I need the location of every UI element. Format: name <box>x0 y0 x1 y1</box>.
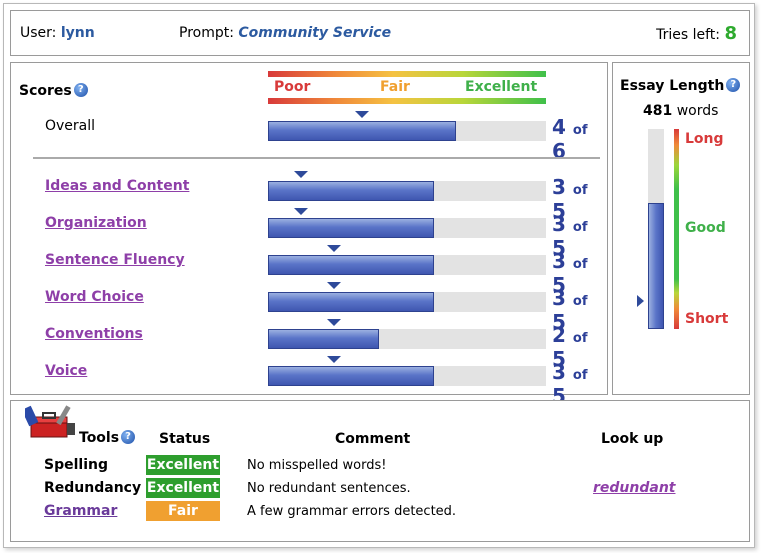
prompt-label: Prompt: <box>179 25 234 41</box>
length-marker <box>637 295 644 307</box>
scores-divider <box>33 157 600 159</box>
word-count-unit: words <box>676 103 719 119</box>
status-badge: Excellent <box>146 478 220 498</box>
trait-bar <box>268 366 546 386</box>
trait-marker <box>327 282 342 289</box>
trait-bar-fill <box>268 329 379 349</box>
essay-length-help-icon[interactable]: ? <box>726 78 741 92</box>
scale-gradient-bottom <box>268 98 546 104</box>
tools-panel: Tools? Status Comment Look up Spelling Ex… <box>10 400 750 542</box>
prompt-info: Prompt: Community Service <box>179 25 391 41</box>
trait-marker <box>327 319 342 326</box>
overall-label: Overall <box>45 118 96 134</box>
overall-score: 4 of 6 <box>552 115 607 163</box>
prompt-title: Community Service <box>238 25 392 41</box>
length-good-label: Good <box>685 220 726 236</box>
trait-score-value: 3 <box>552 360 566 384</box>
word-count-value: 481 <box>643 103 673 119</box>
word-count: 481 words <box>643 103 718 119</box>
trait-bar-fill <box>268 218 434 238</box>
tool-comment: No misspelled words! <box>247 458 387 473</box>
trait-score-of: of <box>572 331 588 346</box>
tools-help-icon[interactable]: ? <box>121 430 136 444</box>
trait-bar <box>268 218 546 238</box>
trait-link[interactable]: Voice <box>45 363 87 379</box>
trait-marker <box>294 208 309 215</box>
tools-heading: Tools? <box>79 430 136 446</box>
trait-score-value: 3 <box>552 212 566 236</box>
status-badge: Fair <box>146 501 220 521</box>
scores-title: Scores <box>19 83 72 99</box>
tries-count: 8 <box>724 23 737 44</box>
length-scale <box>674 129 679 329</box>
trait-bar <box>268 181 546 201</box>
user-name: lynn <box>60 25 95 41</box>
trait-bar-fill <box>268 255 434 275</box>
trait-score-of: of <box>572 257 588 272</box>
trait-bar <box>268 255 546 275</box>
trait-score-of: of <box>572 220 588 235</box>
trait-bar-fill <box>268 181 434 201</box>
trait-score-of: of <box>572 368 588 383</box>
tool-name: Redundancy <box>44 480 142 496</box>
trait-score-of: of <box>572 183 588 198</box>
trait-link[interactable]: Organization <box>45 215 147 231</box>
trait-link[interactable]: Conventions <box>45 326 143 342</box>
tool-name: Spelling <box>44 457 108 473</box>
overall-marker <box>355 111 369 118</box>
scale-gradient-top <box>268 71 546 77</box>
tool-name[interactable]: Grammar <box>44 503 117 519</box>
essay-length-panel: Essay Length? 481 words Long Good Short <box>612 62 750 395</box>
essay-length-title: Essay Length <box>620 78 725 94</box>
scores-panel: Scores? Poor Fair Excellent Overall 4 of… <box>10 62 608 408</box>
overall-score-max: 6 <box>552 139 566 163</box>
status-badge: Excellent <box>146 455 220 475</box>
lookup-link[interactable]: redundant <box>593 480 675 496</box>
tries-label: Tries left: <box>656 27 721 43</box>
trait-score-value: 3 <box>552 249 566 273</box>
length-short-label: Short <box>685 311 729 327</box>
overall-bar-fill <box>268 121 456 141</box>
trait-link[interactable]: Sentence Fluency <box>45 252 185 268</box>
length-long-label: Long <box>685 131 724 147</box>
trait-score-of: of <box>572 294 588 309</box>
trait-marker <box>294 171 309 178</box>
trait-bar <box>268 329 546 349</box>
length-bar-fill <box>648 203 664 329</box>
essay-length-heading: Essay Length? <box>620 78 741 94</box>
overall-score-of: of <box>572 123 588 138</box>
scores-help-icon[interactable]: ? <box>73 83 88 97</box>
col-lookup: Look up <box>601 431 664 447</box>
trait-bar-fill <box>268 366 434 386</box>
tools-title: Tools <box>79 430 120 446</box>
col-status: Status <box>159 431 211 447</box>
header-panel: User: lynn Prompt: Community Service Tri… <box>10 10 750 56</box>
scale-fair: Fair <box>380 79 410 95</box>
trait-bar-fill <box>268 292 434 312</box>
scale-excellent: Excellent <box>465 79 538 95</box>
user-info: User: lynn <box>20 25 95 41</box>
trait-score-value: 3 <box>552 286 566 310</box>
trait-score-value: 3 <box>552 175 566 199</box>
trait-score-value: 2 <box>552 323 566 347</box>
overall-score-value: 4 <box>552 115 566 139</box>
scale-poor: Poor <box>274 79 311 95</box>
trait-marker <box>327 356 342 363</box>
col-comment: Comment <box>335 431 411 447</box>
length-bar <box>648 129 664 329</box>
overall-bar <box>268 121 546 141</box>
toolbox-icon <box>25 405 75 438</box>
user-label: User: <box>20 25 57 41</box>
trait-link[interactable]: Word Choice <box>45 289 144 305</box>
trait-bar <box>268 292 546 312</box>
tries-info: Tries left: 8 <box>656 23 737 44</box>
trait-marker <box>327 245 342 252</box>
tool-comment: A few grammar errors detected. <box>247 504 457 519</box>
scores-heading: Scores? <box>19 83 88 99</box>
trait-link[interactable]: Ideas and Content <box>45 178 189 194</box>
tool-comment: No redundant sentences. <box>247 481 411 496</box>
